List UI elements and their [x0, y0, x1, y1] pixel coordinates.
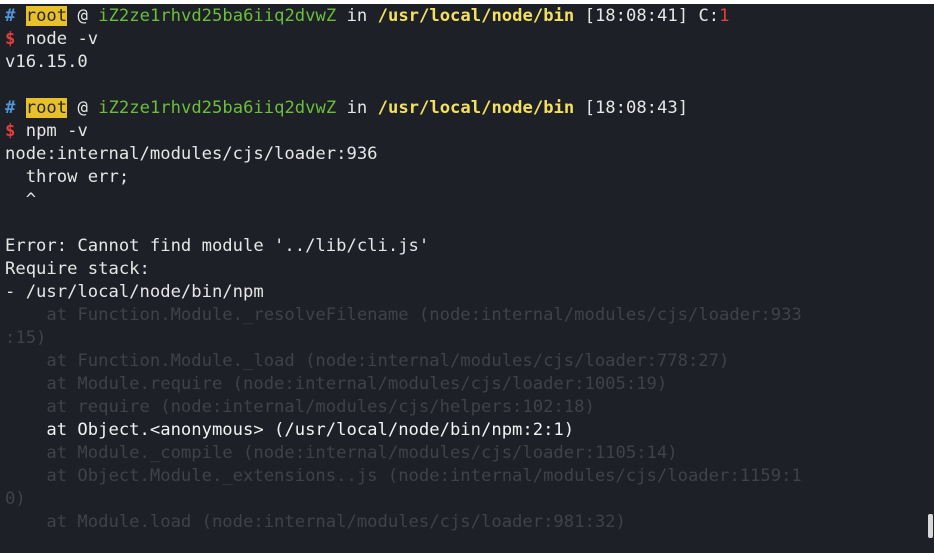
output-line: node:internal/modules/cjs/loader:936 [5, 144, 378, 164]
prompt-user: root [25, 98, 68, 118]
prompt-host: iZ2ze1rhvd25ba6iiq2dvwZ [98, 98, 337, 118]
vertical-scrollbar[interactable] [928, 4, 934, 553]
terminal-window[interactable]: # root @ iZ2ze1rhvd25ba6iiq2dvwZ in /usr… [0, 4, 934, 553]
prompt-path: /usr/local/node/bin [377, 6, 575, 26]
stack-trace-line: 0) [5, 489, 26, 509]
prompt-at: @ [77, 6, 88, 26]
stack-trace-line: at Module.load (node:internal/modules/cj… [5, 512, 626, 532]
stack-trace-line: at Module.require (node:internal/modules… [5, 374, 668, 394]
prompt-host: iZ2ze1rhvd25ba6iiq2dvwZ [98, 6, 337, 26]
dollar-sign: $ [5, 121, 16, 141]
output-line: Require stack: [5, 259, 150, 279]
prompt-user: root [25, 6, 68, 26]
command-text: node -v [25, 29, 99, 49]
command-line: $ node -v [5, 28, 924, 51]
prompt-at: @ [77, 98, 88, 118]
prompt-in: in [346, 6, 368, 26]
prompt-line: # root @ iZ2ze1rhvd25ba6iiq2dvwZ in /usr… [5, 5, 924, 28]
scrollbar-thumb[interactable] [928, 514, 933, 538]
exit-code-value: 1 [719, 6, 730, 26]
prompt-in: in [346, 98, 368, 118]
terminal-output: # root @ iZ2ze1rhvd25ba6iiq2dvwZ in /usr… [5, 5, 924, 534]
exit-code-label: C: [698, 6, 720, 26]
error-message: Error: Cannot find module '../lib/cli.js… [5, 236, 430, 256]
command-line: $ npm -v [5, 120, 924, 143]
prompt-time: [18:08:41] [584, 6, 689, 26]
stack-trace-line: at Function.Module._load (node:internal/… [5, 351, 730, 371]
stack-trace-line: at Function.Module._resolveFilename (nod… [5, 305, 802, 325]
stack-trace-line-highlighted: at Object.<anonymous> (/usr/local/node/b… [5, 420, 575, 440]
output-line: v16.15.0 [5, 52, 88, 72]
stack-trace-line: at require (node:internal/modules/cjs/he… [5, 397, 595, 417]
output-line: - /usr/local/node/bin/npm [5, 282, 264, 302]
prompt-path: /usr/local/node/bin [377, 98, 575, 118]
prompt-line: # root @ iZ2ze1rhvd25ba6iiq2dvwZ in /usr… [5, 97, 924, 120]
prompt-hash: # [5, 98, 16, 118]
stack-trace-line: :15) [5, 328, 47, 348]
dollar-sign: $ [5, 29, 16, 49]
output-line: ^ [5, 190, 37, 210]
command-text: npm -v [25, 121, 88, 141]
stack-trace-line: at Object.Module._extensions..js (node:i… [5, 466, 802, 486]
prompt-hash: # [5, 6, 16, 26]
output-line: throw err; [5, 167, 130, 187]
prompt-time: [18:08:43] [584, 98, 689, 118]
stack-trace-line: at Module._compile (node:internal/module… [5, 443, 678, 463]
